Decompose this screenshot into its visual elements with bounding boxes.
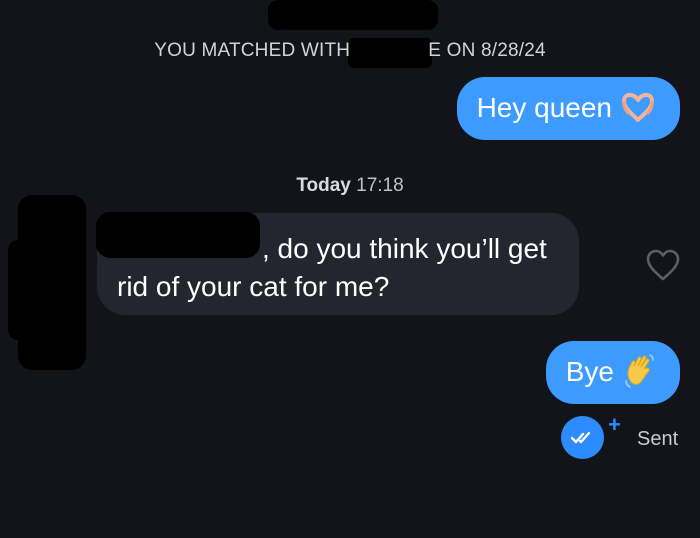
message-text: Hey queen <box>476 92 612 123</box>
sent-label: Sent <box>637 428 679 450</box>
timestamp-time: 17:18 <box>356 175 404 196</box>
message-status: + Sent <box>560 412 690 460</box>
match-banner-prefix: YOU MATCHED WITH <box>154 40 351 61</box>
plus-icon[interactable]: + <box>608 412 621 438</box>
match-banner: YOU MATCHED WITH E ON 8/28/24 <box>0 40 700 62</box>
match-banner-suffix: E ON 8/28/24 <box>428 40 546 61</box>
outgoing-message-bye[interactable]: Bye <box>545 341 680 404</box>
message-text-line2: rid of your cat for me? <box>117 271 390 302</box>
redaction-recipient-name <box>96 212 260 258</box>
message-text: Bye <box>565 356 614 387</box>
waving-hand-emoji <box>625 354 654 388</box>
message-timestamp: Today 17:18 <box>0 175 700 197</box>
outgoing-message-hey[interactable]: Hey queen <box>456 77 680 140</box>
redaction-top-name <box>268 0 438 30</box>
timestamp-day: Today <box>296 175 351 196</box>
redaction-avatar-extra <box>8 240 38 340</box>
heart-icon[interactable] <box>645 248 681 282</box>
double-check-icon <box>561 416 604 459</box>
heart-hands-emoji <box>622 92 654 122</box>
